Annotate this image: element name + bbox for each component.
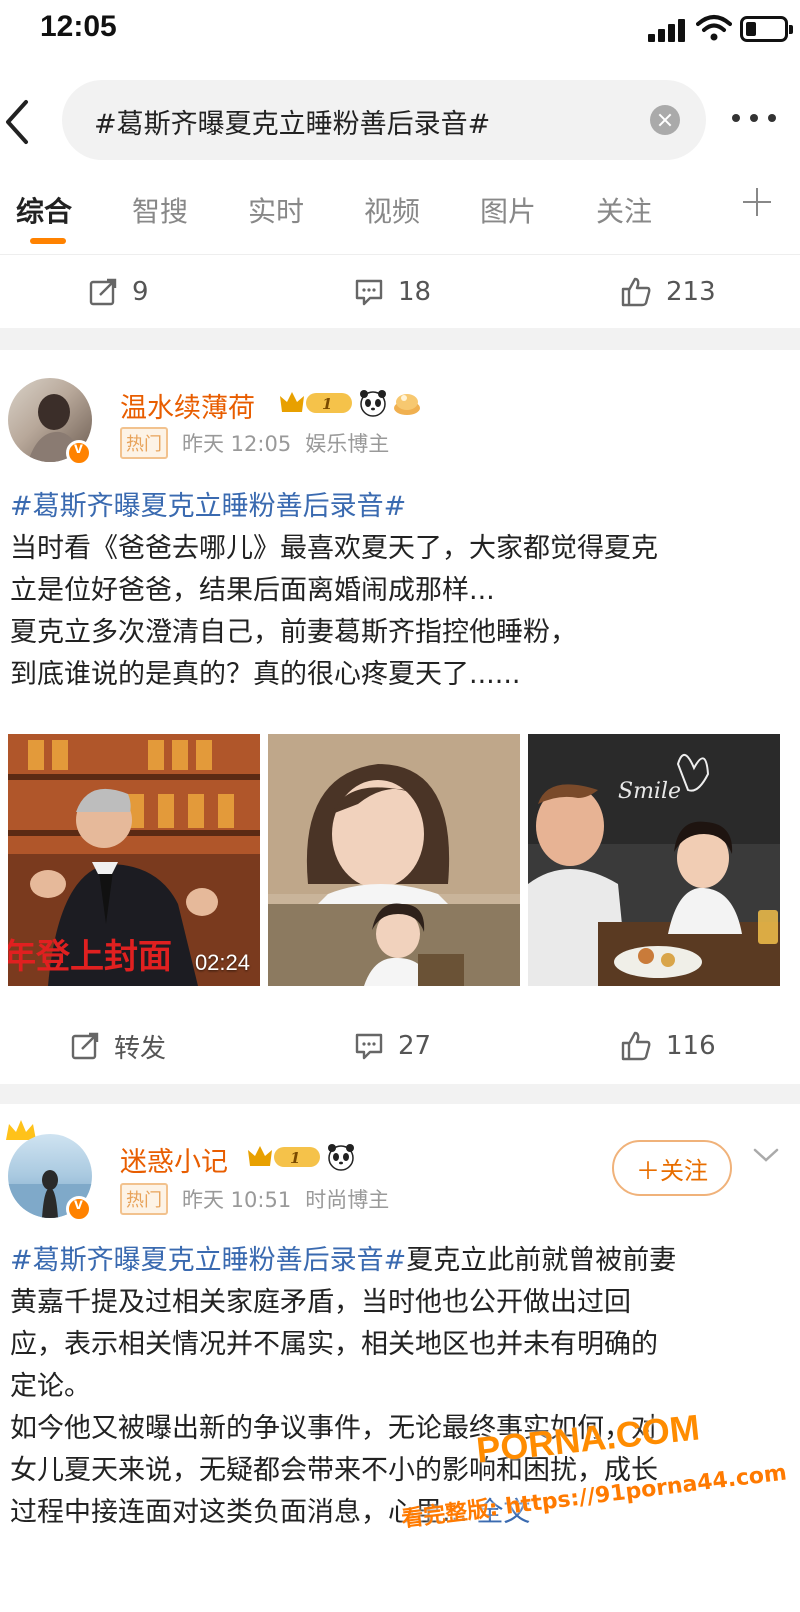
repost-button[interactable]: 转发: [70, 1016, 166, 1076]
like-count: 213: [666, 277, 716, 307]
repost-count: 9: [132, 277, 149, 307]
video-thumbnail[interactable]: 年登上封面 02:24: [8, 734, 260, 986]
post-body: #葛斯齐曝夏克立睡粉善后录音# 当时看《爸爸去哪儿》最喜欢夏天了，大家都觉得夏克…: [10, 486, 782, 696]
hot-tag: 热门: [120, 1183, 168, 1215]
tab-images[interactable]: 图片: [480, 190, 536, 230]
repost-icon: [71, 1032, 99, 1060]
chevron-down-icon[interactable]: [752, 1146, 780, 1164]
repost-icon: [89, 278, 117, 306]
comment-icon: [355, 1033, 383, 1060]
comment-count: 18: [398, 277, 432, 307]
tab-realtime[interactable]: 实时: [248, 190, 304, 230]
hashtag-link[interactable]: #葛斯齐曝夏克立睡粉善后录音#: [10, 1245, 406, 1276]
post-line: 应，表示相关情况并不属实，相关地区也并未有明确的: [10, 1329, 658, 1360]
battery-icon: [740, 16, 793, 42]
prev-post-action-bar: 9 18 213: [0, 262, 800, 322]
comment-icon: [355, 279, 383, 306]
comment-button[interactable]: 27: [354, 1016, 431, 1076]
video-caption: 年登上封面: [8, 937, 172, 977]
follow-button[interactable]: ＋关注: [612, 1140, 732, 1196]
verified-badge-icon: [66, 1196, 92, 1222]
vip-level-text: 1: [322, 395, 332, 413]
post-line: 定论。: [10, 1371, 91, 1402]
comment-count: 27: [398, 1031, 432, 1061]
post-meta: 热门 昨天 12:05 娱乐博主: [120, 427, 390, 459]
feed-separator: [0, 1084, 800, 1104]
post-line: 立是位好爸爸，结果后面离婚闹成那样...: [10, 575, 495, 606]
repost-label: 转发: [114, 1033, 167, 1064]
post-line: 当时看《爸爸去哪儿》最喜欢夏天了，大家都觉得夏克: [10, 533, 658, 564]
sign-text: Smile: [618, 779, 681, 804]
search-query-text: #葛斯齐曝夏克立睡粉善后录音#: [94, 109, 491, 140]
clear-icon[interactable]: [650, 105, 680, 135]
signal-icon: [648, 18, 688, 42]
search-input[interactable]: #葛斯齐曝夏克立睡粉善后录音#: [62, 80, 706, 160]
comment-button[interactable]: 18: [354, 262, 431, 322]
vip-badge-icon: 1: [280, 392, 352, 413]
hot-tag: 热门: [120, 427, 168, 459]
image-thumbnail[interactable]: Smile: [528, 734, 780, 986]
author-role: 时尚博主: [305, 1188, 390, 1212]
tab-bar: 综合 智搜 实时 视频 图片 关注: [0, 180, 800, 252]
vip-badge-icon: 1: [248, 1146, 320, 1167]
divider: [0, 254, 800, 255]
dessert-emoji-icon: [394, 394, 420, 415]
add-tab-icon[interactable]: [740, 184, 776, 220]
feed-separator: [0, 328, 800, 350]
status-bar: 12:05: [0, 0, 800, 58]
like-button[interactable]: 213: [620, 262, 716, 322]
post-meta: 热门 昨天 10:51 时尚博主: [120, 1183, 390, 1215]
author-role: 娱乐博主: [305, 432, 390, 456]
user-name[interactable]: 温水续薄荷: [120, 386, 255, 425]
hashtag-link[interactable]: #葛斯齐曝夏克立睡粉善后录音#: [10, 491, 406, 522]
post-time: 昨天 12:05: [182, 432, 292, 456]
active-tab-indicator: [30, 238, 66, 244]
user-name[interactable]: 迷惑小记: [120, 1140, 228, 1179]
image-thumbnail-photo: [268, 734, 520, 986]
tab-following[interactable]: 关注: [596, 190, 652, 230]
post-line: 黄嘉千提及过相关家庭矛盾，当时他也公开做出过回: [10, 1287, 631, 1318]
verified-badge-icon: [66, 440, 92, 466]
video-duration: 02:24: [194, 950, 250, 975]
thumbs-up-icon: [621, 1031, 651, 1061]
wifi-icon: [696, 15, 732, 41]
thumbs-up-icon: [621, 277, 651, 307]
tab-smart-search[interactable]: 智搜: [132, 190, 188, 230]
post-time: 昨天 10:51: [182, 1188, 292, 1212]
panda-icon: [328, 1144, 354, 1171]
vip-level-text: 1: [290, 1149, 300, 1167]
like-button[interactable]: 116: [620, 1016, 716, 1076]
post-line: 夏克立此前就曾被前妻: [406, 1245, 677, 1276]
more-icon[interactable]: [732, 110, 780, 126]
post-line: 到底谁说的是真的？真的很心疼夏天了......: [10, 659, 521, 690]
panda-icon: [360, 390, 386, 417]
post-action-bar: 转发 27 116: [0, 1016, 800, 1076]
tab-video[interactable]: 视频: [364, 190, 420, 230]
tab-comprehensive[interactable]: 综合: [16, 190, 72, 230]
like-count: 116: [666, 1031, 716, 1061]
post-line: 夏克立多次澄清自己，前妻葛斯齐指控他睡粉，: [10, 617, 577, 648]
repost-button[interactable]: 9: [88, 262, 149, 322]
status-time: 12:05: [40, 10, 117, 43]
image-thumbnail[interactable]: [268, 734, 520, 986]
back-arrow-icon[interactable]: [0, 96, 40, 152]
image-thumbnail-photo: Smile: [528, 734, 780, 986]
